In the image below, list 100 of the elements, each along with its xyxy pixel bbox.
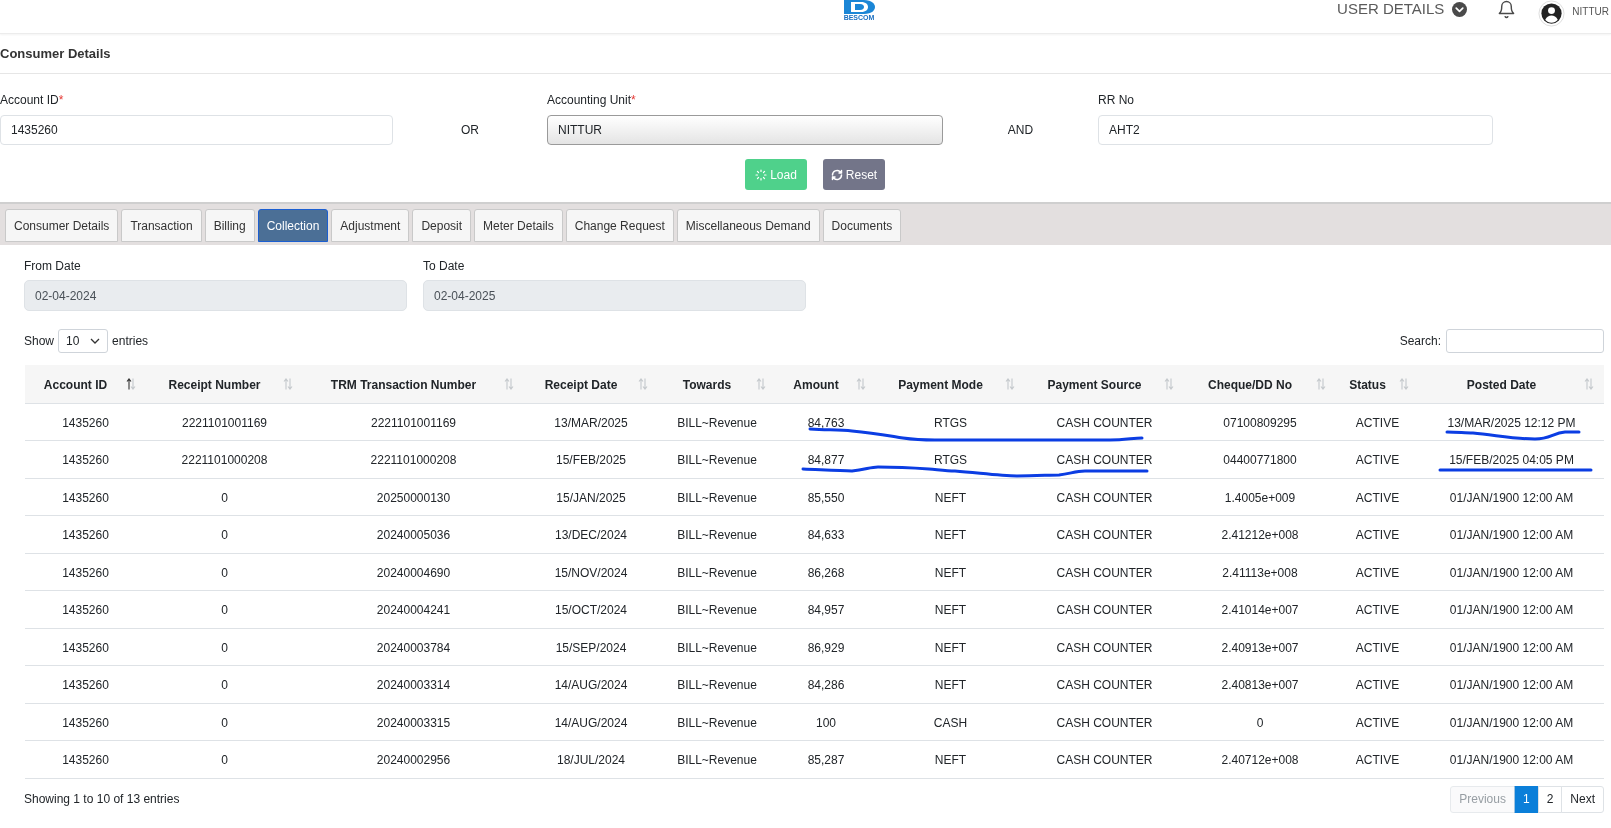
amount-value: 85,287 — [807, 753, 845, 768]
tab[interactable]: Consumer Details — [5, 209, 119, 242]
entries-label: entries — [112, 333, 149, 350]
posted-date: 01/JAN/1900 12:00 AM — [1449, 528, 1574, 543]
column-header[interactable]: Status — [1349, 377, 1386, 392]
column-header[interactable]: Receipt Date — [544, 377, 618, 392]
payment-source: CASH COUNTER — [1056, 753, 1153, 768]
user-details-menu[interactable]: USER DETAILS — [1337, 0, 1468, 18]
account-id: 1435260 — [62, 528, 109, 543]
receipt-number: 0 — [221, 640, 228, 655]
towards-value: BILL~Revenue — [677, 415, 757, 430]
posted-date: 01/JAN/1900 12:00 AM — [1449, 490, 1574, 505]
tab[interactable]: Documents — [822, 209, 902, 242]
transaction-number: 20240003315 — [376, 715, 451, 730]
transaction-number: 20240004241 — [376, 603, 451, 618]
cheque-number: 1.4005e+009 — [1224, 490, 1296, 505]
column-header[interactable]: Posted Date — [1466, 377, 1537, 392]
input-field[interactable]: 1435260 — [0, 115, 393, 145]
user-name: NITTUR — [1572, 6, 1609, 18]
tab[interactable]: Billing — [204, 209, 255, 242]
column-header[interactable]: Payment Source — [1047, 377, 1142, 392]
payment-mode: CASH — [933, 715, 968, 730]
show-label: Show — [24, 333, 55, 350]
receipt-number: 0 — [221, 753, 228, 768]
receipt-date: 15/SEP/2024 — [555, 640, 627, 655]
receipt-date: 14/AUG/2024 — [554, 715, 628, 730]
receipt-number: 0 — [221, 603, 228, 618]
column-header[interactable]: TRM Transaction Number — [330, 377, 477, 392]
column-header[interactable]: Payment Mode — [898, 377, 983, 392]
payment-source: CASH COUNTER — [1056, 528, 1153, 543]
towards-value: BILL~Revenue — [677, 753, 757, 768]
towards-value: BILL~Revenue — [677, 678, 757, 693]
status-value: ACTIVE — [1355, 565, 1400, 580]
field-label: Accounting Unit* — [547, 93, 636, 107]
payment-mode: RTGS — [933, 453, 968, 468]
column-header[interactable]: Receipt Number — [168, 377, 261, 392]
account-id: 1435260 — [62, 603, 109, 618]
amount-value: 86,929 — [807, 640, 845, 655]
transaction-number: 20240003784 — [376, 640, 451, 655]
column-header[interactable]: Amount — [793, 377, 839, 392]
page-size-select[interactable]: 10 — [58, 329, 109, 353]
payment-source: CASH COUNTER — [1056, 715, 1153, 730]
logo-icon[interactable] — [842, 0, 876, 14]
amount-value: 85,550 — [807, 490, 845, 505]
account-id: 1435260 — [62, 565, 109, 580]
posted-date: 01/JAN/1900 12:00 AM — [1449, 678, 1574, 693]
transaction-number: 2221101001169 — [371, 415, 456, 430]
transaction-number: 20240004690 — [376, 565, 451, 580]
tab[interactable]: Meter Details — [474, 209, 563, 242]
field-label: RR No — [1098, 93, 1134, 107]
tab[interactable]: Deposit — [412, 209, 472, 242]
select-field[interactable]: NITTUR — [547, 115, 943, 145]
status-value: ACTIVE — [1355, 603, 1400, 618]
tab[interactable]: Adjustment — [331, 209, 410, 242]
tab[interactable]: Change Request — [565, 209, 674, 242]
bell-icon[interactable] — [1497, 0, 1517, 19]
receipt-number: 0 — [221, 490, 228, 505]
connector-label: AND — [1007, 122, 1034, 139]
amount-value: 84,957 — [807, 603, 845, 618]
account-id: 1435260 — [62, 678, 109, 693]
search-label: Search: — [1399, 333, 1441, 350]
column-header[interactable]: Cheque/DD No — [1208, 377, 1292, 392]
posted-date: 01/JAN/1900 12:00 AM — [1449, 603, 1574, 618]
payment-source: CASH COUNTER — [1056, 565, 1153, 580]
towards-value: BILL~Revenue — [677, 603, 757, 618]
transaction-number: 20240003314 — [376, 678, 451, 693]
payment-mode: NEFT — [934, 565, 967, 580]
cheque-number: 2.41212e+008 — [1221, 528, 1299, 543]
cheque-number: 2.40913e+007 — [1221, 640, 1299, 655]
input-field[interactable]: AHT2 — [1098, 115, 1493, 145]
towards-value: BILL~Revenue — [677, 490, 757, 505]
column-header[interactable]: Account ID — [43, 377, 108, 392]
posted-date: 01/JAN/1900 12:00 AM — [1449, 640, 1574, 655]
pagination-button[interactable]: Next — [1561, 785, 1604, 813]
reset-button[interactable]: Reset — [823, 159, 885, 190]
column-header[interactable]: Towards — [682, 377, 732, 392]
posted-date: 01/JAN/1900 12:00 AM — [1449, 753, 1574, 768]
towards-value: BILL~Revenue — [677, 715, 757, 730]
amount-value: 84,633 — [807, 528, 845, 543]
account-id: 1435260 — [62, 415, 109, 430]
status-value: ACTIVE — [1355, 753, 1400, 768]
sort-icon[interactable] — [126, 377, 136, 390]
posted-date: 13/MAR/2025 12:12 PM — [1447, 415, 1576, 430]
search-field[interactable] — [1446, 329, 1604, 353]
status-value: ACTIVE — [1355, 640, 1400, 655]
account-id: 1435260 — [62, 490, 109, 505]
account-id: 1435260 — [62, 453, 109, 468]
tab[interactable]: Transaction — [121, 209, 202, 242]
receipt-date: 15/JAN/2025 — [556, 490, 626, 505]
transaction-number: 20250000130 — [376, 490, 451, 505]
field-label: Account ID* — [0, 93, 64, 107]
avatar-icon[interactable] — [1538, 0, 1566, 27]
transaction-number: 2221101000208 — [370, 453, 457, 468]
receipt-number: 0 — [221, 715, 228, 730]
tab[interactable]: Collection — [257, 209, 329, 242]
tab[interactable]: Miscellaneous Demand — [676, 209, 820, 242]
payment-source: CASH COUNTER — [1056, 640, 1153, 655]
amount-value: 84,286 — [807, 678, 845, 693]
payment-mode: NEFT — [934, 753, 967, 768]
pagination-button[interactable]: 1 — [1513, 785, 1539, 813]
